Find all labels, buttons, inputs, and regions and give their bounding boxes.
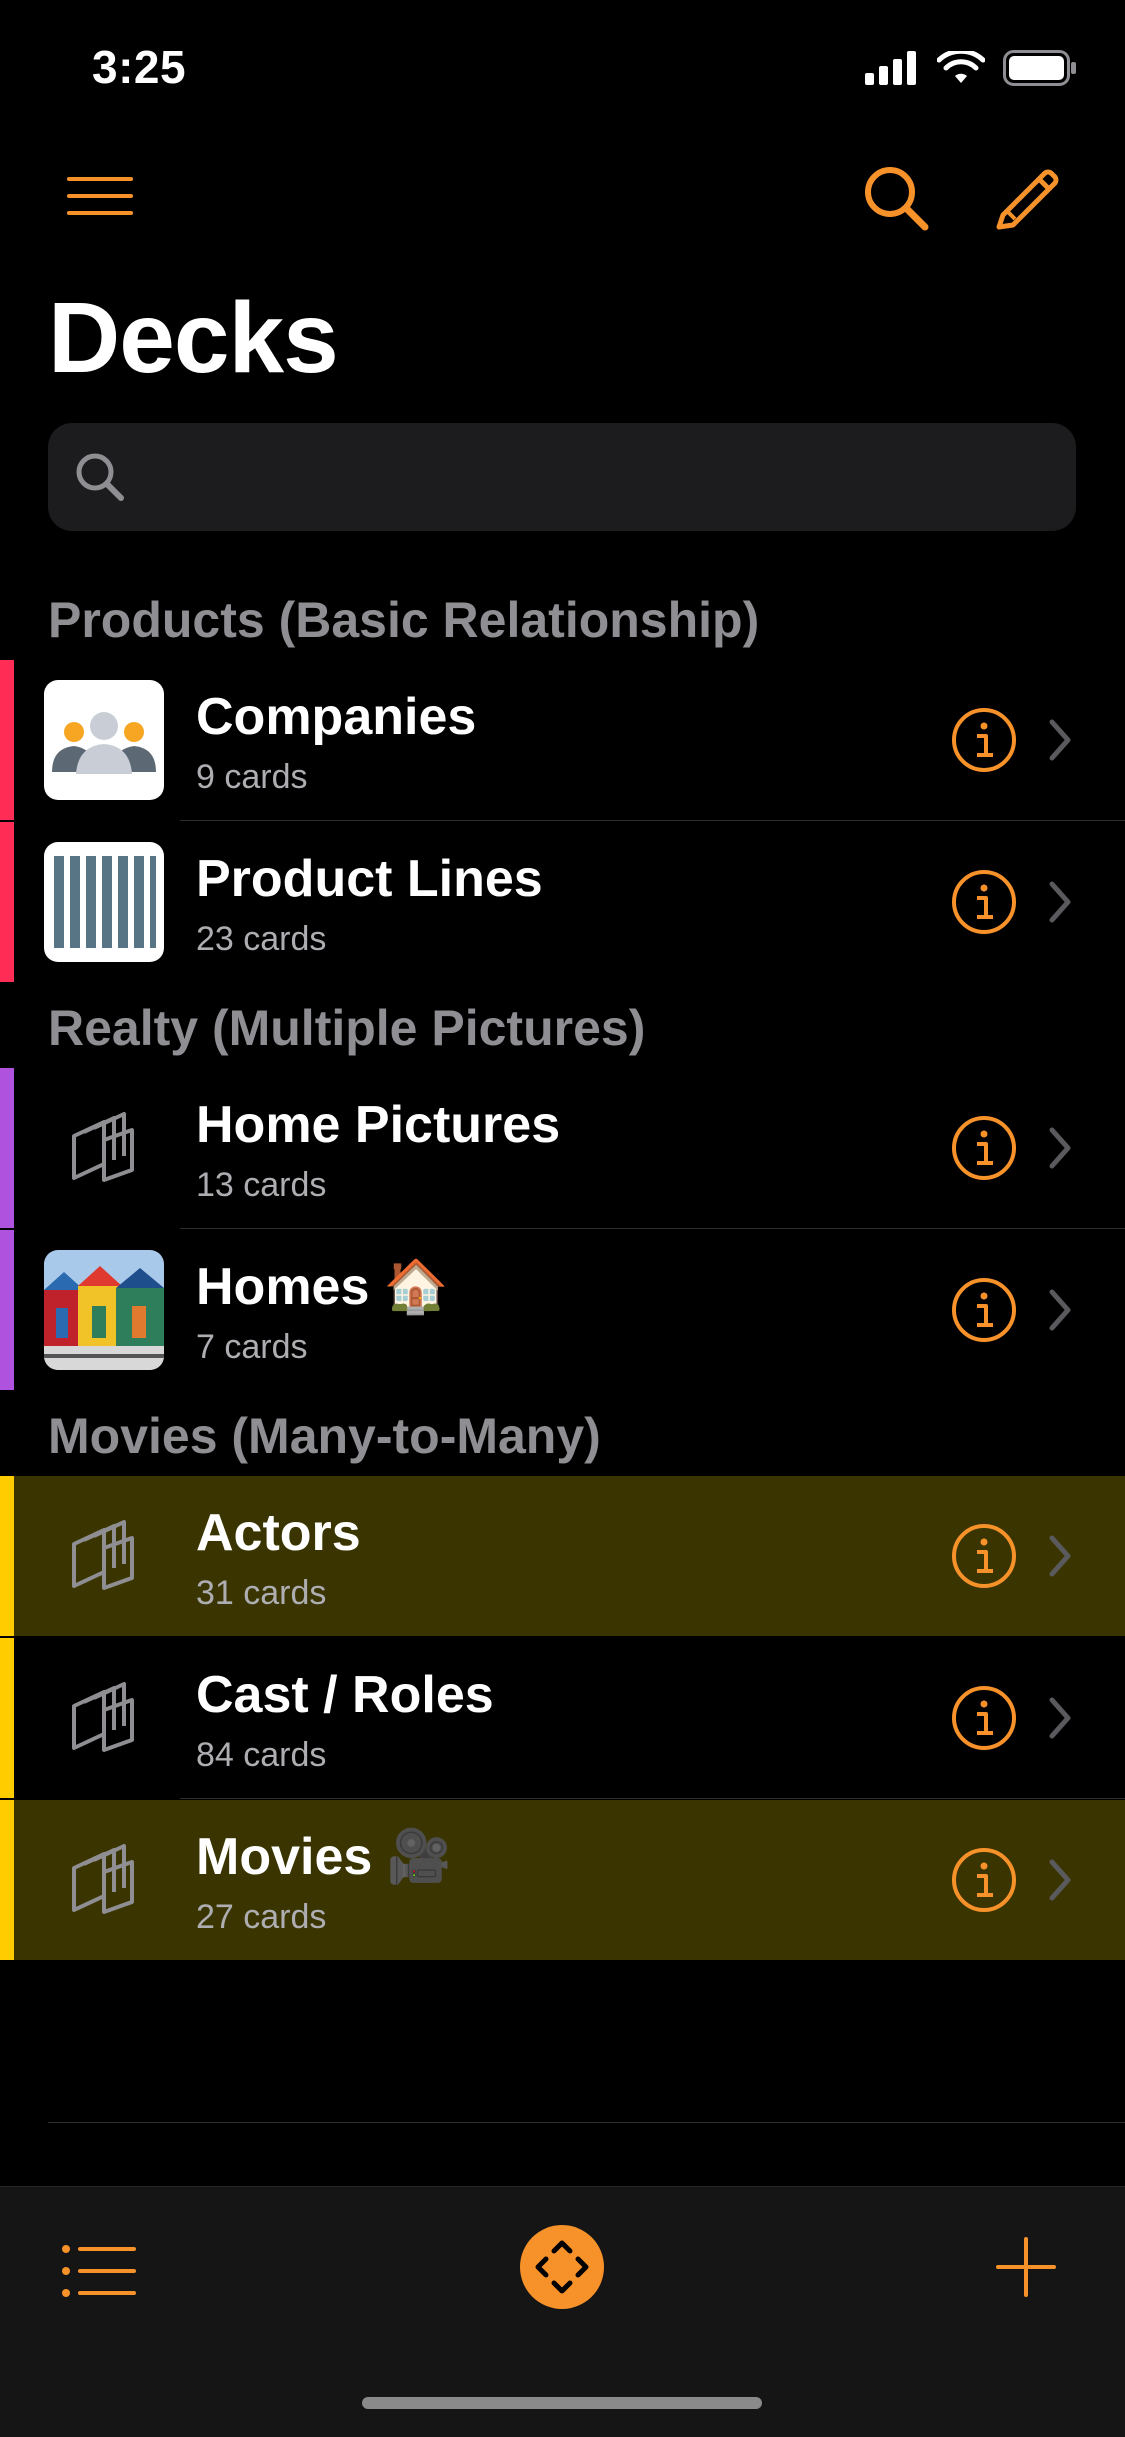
list-view-button[interactable] bbox=[60, 2239, 140, 2303]
deck-card-count: 31 cards bbox=[196, 1574, 327, 1612]
add-deck-button[interactable] bbox=[990, 2231, 1062, 2303]
list-footer-divider bbox=[48, 2122, 1125, 2123]
search-field[interactable] bbox=[48, 423, 1076, 531]
list-icon bbox=[62, 2245, 136, 2297]
info-icon bbox=[952, 1116, 1016, 1180]
search-input[interactable] bbox=[138, 451, 1076, 503]
cards-stack-icon bbox=[44, 1658, 164, 1778]
color-tag bbox=[0, 660, 14, 820]
section-header-products: Products (Basic Relationship) bbox=[48, 592, 760, 648]
status-icons bbox=[865, 50, 1077, 86]
deck-name: Cast / Roles bbox=[196, 1666, 494, 1724]
deck-card-count: 23 cards bbox=[196, 920, 327, 958]
chevron-right-icon bbox=[1044, 1692, 1076, 1744]
search-button[interactable] bbox=[856, 158, 936, 238]
chevron-right-icon bbox=[1044, 1122, 1076, 1174]
info-icon bbox=[952, 1524, 1016, 1588]
deck-name: Home Pictures bbox=[196, 1096, 561, 1154]
info-button[interactable] bbox=[950, 1684, 1018, 1752]
info-icon bbox=[952, 870, 1016, 934]
deck-row-companies[interactable]: Companies 9 cards bbox=[0, 660, 1125, 820]
section-header-movies: Movies (Many-to-Many) bbox=[48, 1408, 601, 1464]
menu-button[interactable] bbox=[60, 160, 140, 232]
people-icon bbox=[44, 680, 164, 800]
cards-stack-icon bbox=[44, 1496, 164, 1616]
chevron-right-icon bbox=[1044, 1530, 1076, 1582]
deck-name: Movies 🎥 bbox=[196, 1828, 452, 1886]
status-time: 3:25 bbox=[92, 41, 187, 93]
info-button[interactable] bbox=[950, 868, 1018, 936]
search-icon bbox=[70, 447, 130, 507]
deck-row-product-lines[interactable]: Product Lines 23 cards bbox=[0, 822, 1125, 982]
deck-name: Product Lines bbox=[196, 850, 543, 908]
deck-card-count: 7 cards bbox=[196, 1328, 308, 1366]
row-separator bbox=[180, 1798, 1125, 1799]
bottom-toolbar bbox=[0, 2186, 1125, 2437]
deck-row-homes[interactable]: Homes 🏠 7 cards bbox=[0, 1230, 1125, 1390]
page-title: Decks bbox=[48, 282, 339, 394]
hamburger-menu-icon bbox=[67, 177, 133, 215]
plus-icon bbox=[996, 2237, 1056, 2297]
deck-card-count: 84 cards bbox=[196, 1736, 327, 1774]
chevron-right-icon bbox=[1044, 714, 1076, 766]
color-tag bbox=[0, 822, 14, 982]
cellular-signal-icon bbox=[865, 51, 916, 85]
magnifying-glass-icon bbox=[865, 167, 929, 231]
wifi-icon bbox=[937, 51, 985, 83]
color-tag bbox=[0, 1638, 14, 1798]
move-arrows-icon bbox=[535, 2240, 589, 2294]
deck-card-count: 9 cards bbox=[196, 758, 308, 796]
info-button[interactable] bbox=[950, 706, 1018, 774]
color-tag bbox=[0, 1800, 14, 1960]
status-bar: 3:25 bbox=[0, 0, 1125, 140]
edit-button[interactable] bbox=[986, 158, 1066, 238]
info-button[interactable] bbox=[950, 1522, 1018, 1590]
deck-name: Actors bbox=[196, 1504, 361, 1562]
deck-name: Homes 🏠 bbox=[196, 1258, 449, 1316]
home-indicator bbox=[362, 2397, 762, 2409]
row-separator bbox=[180, 1228, 1125, 1229]
cards-stack-icon bbox=[44, 1088, 164, 1208]
color-tag bbox=[0, 1230, 14, 1390]
pencil-icon bbox=[996, 169, 1059, 230]
chevron-right-icon bbox=[1044, 876, 1076, 928]
deck-card-count: 27 cards bbox=[196, 1898, 327, 1936]
color-tag bbox=[0, 1068, 14, 1228]
deck-name: Companies bbox=[196, 688, 477, 746]
info-button[interactable] bbox=[950, 1276, 1018, 1344]
deck-card-count: 13 cards bbox=[196, 1166, 327, 1204]
row-separator bbox=[180, 820, 1125, 821]
section-header-realty: Realty (Multiple Pictures) bbox=[48, 1000, 646, 1056]
info-icon bbox=[952, 1278, 1016, 1342]
deck-row-home-pictures[interactable]: Home Pictures 13 cards bbox=[0, 1068, 1125, 1228]
info-icon bbox=[952, 1848, 1016, 1912]
chevron-right-icon bbox=[1044, 1854, 1076, 1906]
info-button[interactable] bbox=[950, 1114, 1018, 1182]
deck-row-actors[interactable]: Actors 31 cards bbox=[0, 1476, 1125, 1636]
navigate-button[interactable] bbox=[520, 2225, 604, 2309]
barcode-icon bbox=[44, 842, 164, 962]
chevron-right-icon bbox=[1044, 1284, 1076, 1336]
house-photo bbox=[44, 1250, 164, 1370]
cards-stack-icon bbox=[44, 1820, 164, 1940]
battery-icon bbox=[1003, 50, 1076, 86]
info-icon bbox=[952, 1686, 1016, 1750]
info-button[interactable] bbox=[950, 1846, 1018, 1914]
deck-row-cast-roles[interactable]: Cast / Roles 84 cards bbox=[0, 1638, 1125, 1798]
deck-row-movies[interactable]: Movies 🎥 27 cards bbox=[0, 1800, 1125, 1960]
info-icon bbox=[952, 708, 1016, 772]
color-tag bbox=[0, 1476, 14, 1636]
